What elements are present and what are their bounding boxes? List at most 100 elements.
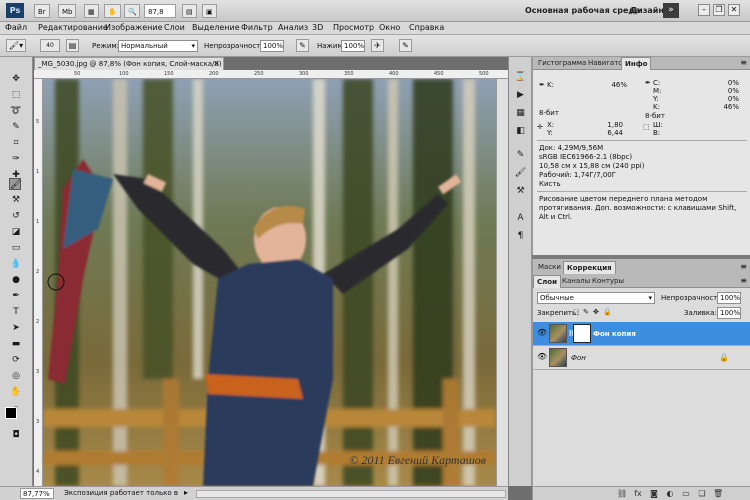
brush-tool-icon[interactable]: 🖌 [9, 178, 21, 190]
brush-presets-icon[interactable]: ✎ [514, 149, 527, 162]
opacity-input[interactable]: 100% [260, 40, 284, 52]
airbrush-icon[interactable]: ✈ [371, 39, 384, 52]
restore-icon[interactable]: ❐ [713, 4, 725, 16]
zoom-tool-icon[interactable]: 🔍 [124, 4, 140, 18]
grid-icon[interactable]: ▦ [84, 4, 99, 18]
tab-histogram[interactable]: Гистограмма [535, 57, 589, 70]
hand-tool-icon[interactable]: ✋ [10, 386, 22, 398]
layer-blend-mode-select[interactable]: Обычные ▾ [537, 292, 655, 304]
brush-panel-icon[interactable]: 🖌 [514, 167, 527, 180]
add-mask-icon[interactable]: ◙ [649, 489, 659, 499]
eyedropper-tool-icon[interactable]: ✑ [10, 153, 22, 165]
marquee-tool-icon[interactable]: ⬚ [10, 89, 22, 101]
menu-edit[interactable]: Редактирование [38, 23, 108, 32]
layer-opacity-input[interactable]: 100% [717, 292, 741, 304]
new-layer-icon[interactable]: ❏ [697, 489, 707, 499]
quick-select-tool-icon[interactable]: ✎ [10, 121, 22, 133]
panel-menu-icon[interactable]: ≡ [740, 276, 747, 285]
adjustment-layer-icon[interactable]: ◐ [665, 489, 675, 499]
new-group-icon[interactable]: ▭ [681, 489, 691, 499]
document-tab[interactable]: _MG_5030.jpg @ 87,8% (Фон копия, Слой-ма… [34, 57, 224, 70]
paragraph-panel-icon[interactable]: ¶ [514, 230, 527, 243]
menu-layers[interactable]: Слои [164, 23, 185, 32]
minimize-icon[interactable]: – [698, 4, 710, 16]
brush-size-picker[interactable]: 40 [40, 39, 60, 52]
panel-menu-icon[interactable]: ≡ [740, 58, 747, 67]
screen-mode-icon[interactable]: ▣ [202, 4, 217, 18]
layer-mask-thumbnail[interactable] [573, 324, 591, 343]
vertical-scrollbar[interactable] [496, 79, 508, 486]
arrange-documents-icon[interactable]: ▤ [182, 4, 197, 18]
flow-input[interactable]: 100% [341, 40, 365, 52]
eye-icon[interactable]: 👁 [537, 329, 547, 337]
swatches-panel-icon[interactable]: ▦ [514, 107, 527, 120]
menu-image[interactable]: Изображение [105, 23, 163, 32]
tab-layers[interactable]: Слои [533, 275, 561, 288]
panel-menu-icon[interactable]: ≡ [740, 262, 747, 271]
close-icon[interactable]: × [213, 58, 220, 70]
gradient-tool-icon[interactable]: ▭ [10, 242, 22, 254]
menu-view[interactable]: Просмотр [333, 23, 374, 32]
lock-all-icon[interactable]: 🔒 [603, 308, 612, 316]
eraser-tool-icon[interactable]: ◪ [10, 226, 22, 238]
mini-bridge-icon[interactable]: Mb [58, 4, 77, 18]
close-icon[interactable]: ✕ [728, 4, 740, 16]
foreground-color-swatch[interactable] [5, 407, 17, 419]
chevron-right-icon[interactable]: ▸ [184, 488, 188, 497]
styles-panel-icon[interactable]: ◧ [514, 125, 527, 138]
pressure-size-icon[interactable]: ✎ [399, 39, 412, 52]
link-layers-icon[interactable]: ⛓ [617, 489, 627, 499]
workspace-essentials[interactable]: Основная рабочая среда [525, 6, 640, 15]
fill-input[interactable]: 100% [717, 307, 741, 319]
document-canvas[interactable]: © 2011 Евгений Карташов [43, 79, 496, 486]
lock-position-icon[interactable]: ✥ [593, 308, 599, 316]
blur-tool-icon[interactable]: 💧 [10, 258, 22, 270]
tool-preset-picker[interactable]: 🖌▾ [6, 39, 26, 52]
pen-tool-icon[interactable]: ✒ [10, 290, 22, 302]
workspace-design[interactable]: Дизайн [630, 6, 664, 15]
path-select-tool-icon[interactable]: ➤ [10, 322, 22, 334]
eye-icon[interactable]: 👁 [537, 353, 547, 361]
3d-rotate-tool-icon[interactable]: ⟳ [10, 354, 22, 366]
tab-adjustments[interactable]: Коррекция [563, 261, 616, 274]
dodge-tool-icon[interactable]: ● [10, 274, 22, 286]
menu-3d[interactable]: 3D [312, 23, 323, 32]
type-tool-icon[interactable]: T [10, 306, 22, 318]
layer-row[interactable]: 👁 Фон 🔒 [533, 346, 750, 370]
actions-panel-icon[interactable]: ▶ [514, 89, 527, 102]
bridge-icon[interactable]: Br [34, 4, 50, 18]
move-tool-icon[interactable]: ✥ [10, 73, 22, 85]
menu-filter[interactable]: Фильтр [241, 23, 273, 32]
fx-icon[interactable]: fx [633, 489, 643, 499]
lock-pixels-icon[interactable]: ✎ [583, 308, 589, 316]
blend-mode-select[interactable]: Нормальный ▾ [118, 40, 198, 52]
clone-source-icon[interactable]: ⚒ [514, 185, 527, 198]
tab-masks[interactable]: Маски [535, 261, 564, 274]
menu-file[interactable]: Файл [5, 23, 27, 32]
status-zoom-field[interactable]: 87,77% [20, 488, 54, 499]
shape-tool-icon[interactable]: ▬ [10, 338, 22, 350]
more-workspaces-button[interactable]: » [663, 3, 679, 18]
menu-window[interactable]: Окно [379, 23, 400, 32]
menu-help[interactable]: Справка [409, 23, 444, 32]
tab-info[interactable]: Инфо [621, 57, 652, 70]
history-brush-tool-icon[interactable]: ↺ [10, 210, 22, 222]
tab-paths[interactable]: Контуры [589, 275, 627, 288]
menu-analysis[interactable]: Анализ [278, 23, 308, 32]
pressure-opacity-icon[interactable]: ✎ [296, 39, 309, 52]
trash-icon[interactable]: 🗑 [713, 489, 723, 499]
crop-tool-icon[interactable]: ⌗ [10, 137, 22, 149]
3d-orbit-tool-icon[interactable]: ◎ [10, 370, 22, 382]
history-panel-icon[interactable]: ⌛ [514, 71, 527, 84]
hand-tool-icon[interactable]: ✋ [104, 4, 121, 18]
quick-mask-icon[interactable]: ◘ [10, 429, 22, 441]
clone-stamp-tool-icon[interactable]: ⚒ [10, 194, 22, 206]
brush-panel-icon[interactable]: ▤ [66, 39, 79, 52]
layer-row[interactable]: 👁 ⛓ Фон копия [533, 322, 750, 346]
character-panel-icon[interactable]: A [514, 212, 527, 225]
zoom-level-field[interactable]: 87,8 [144, 4, 176, 18]
horizontal-scrollbar[interactable] [196, 490, 506, 498]
menu-select[interactable]: Выделение [192, 23, 240, 32]
lock-transparent-icon[interactable]: ⬚ [573, 308, 580, 316]
lasso-tool-icon[interactable]: ➰ [10, 105, 22, 117]
